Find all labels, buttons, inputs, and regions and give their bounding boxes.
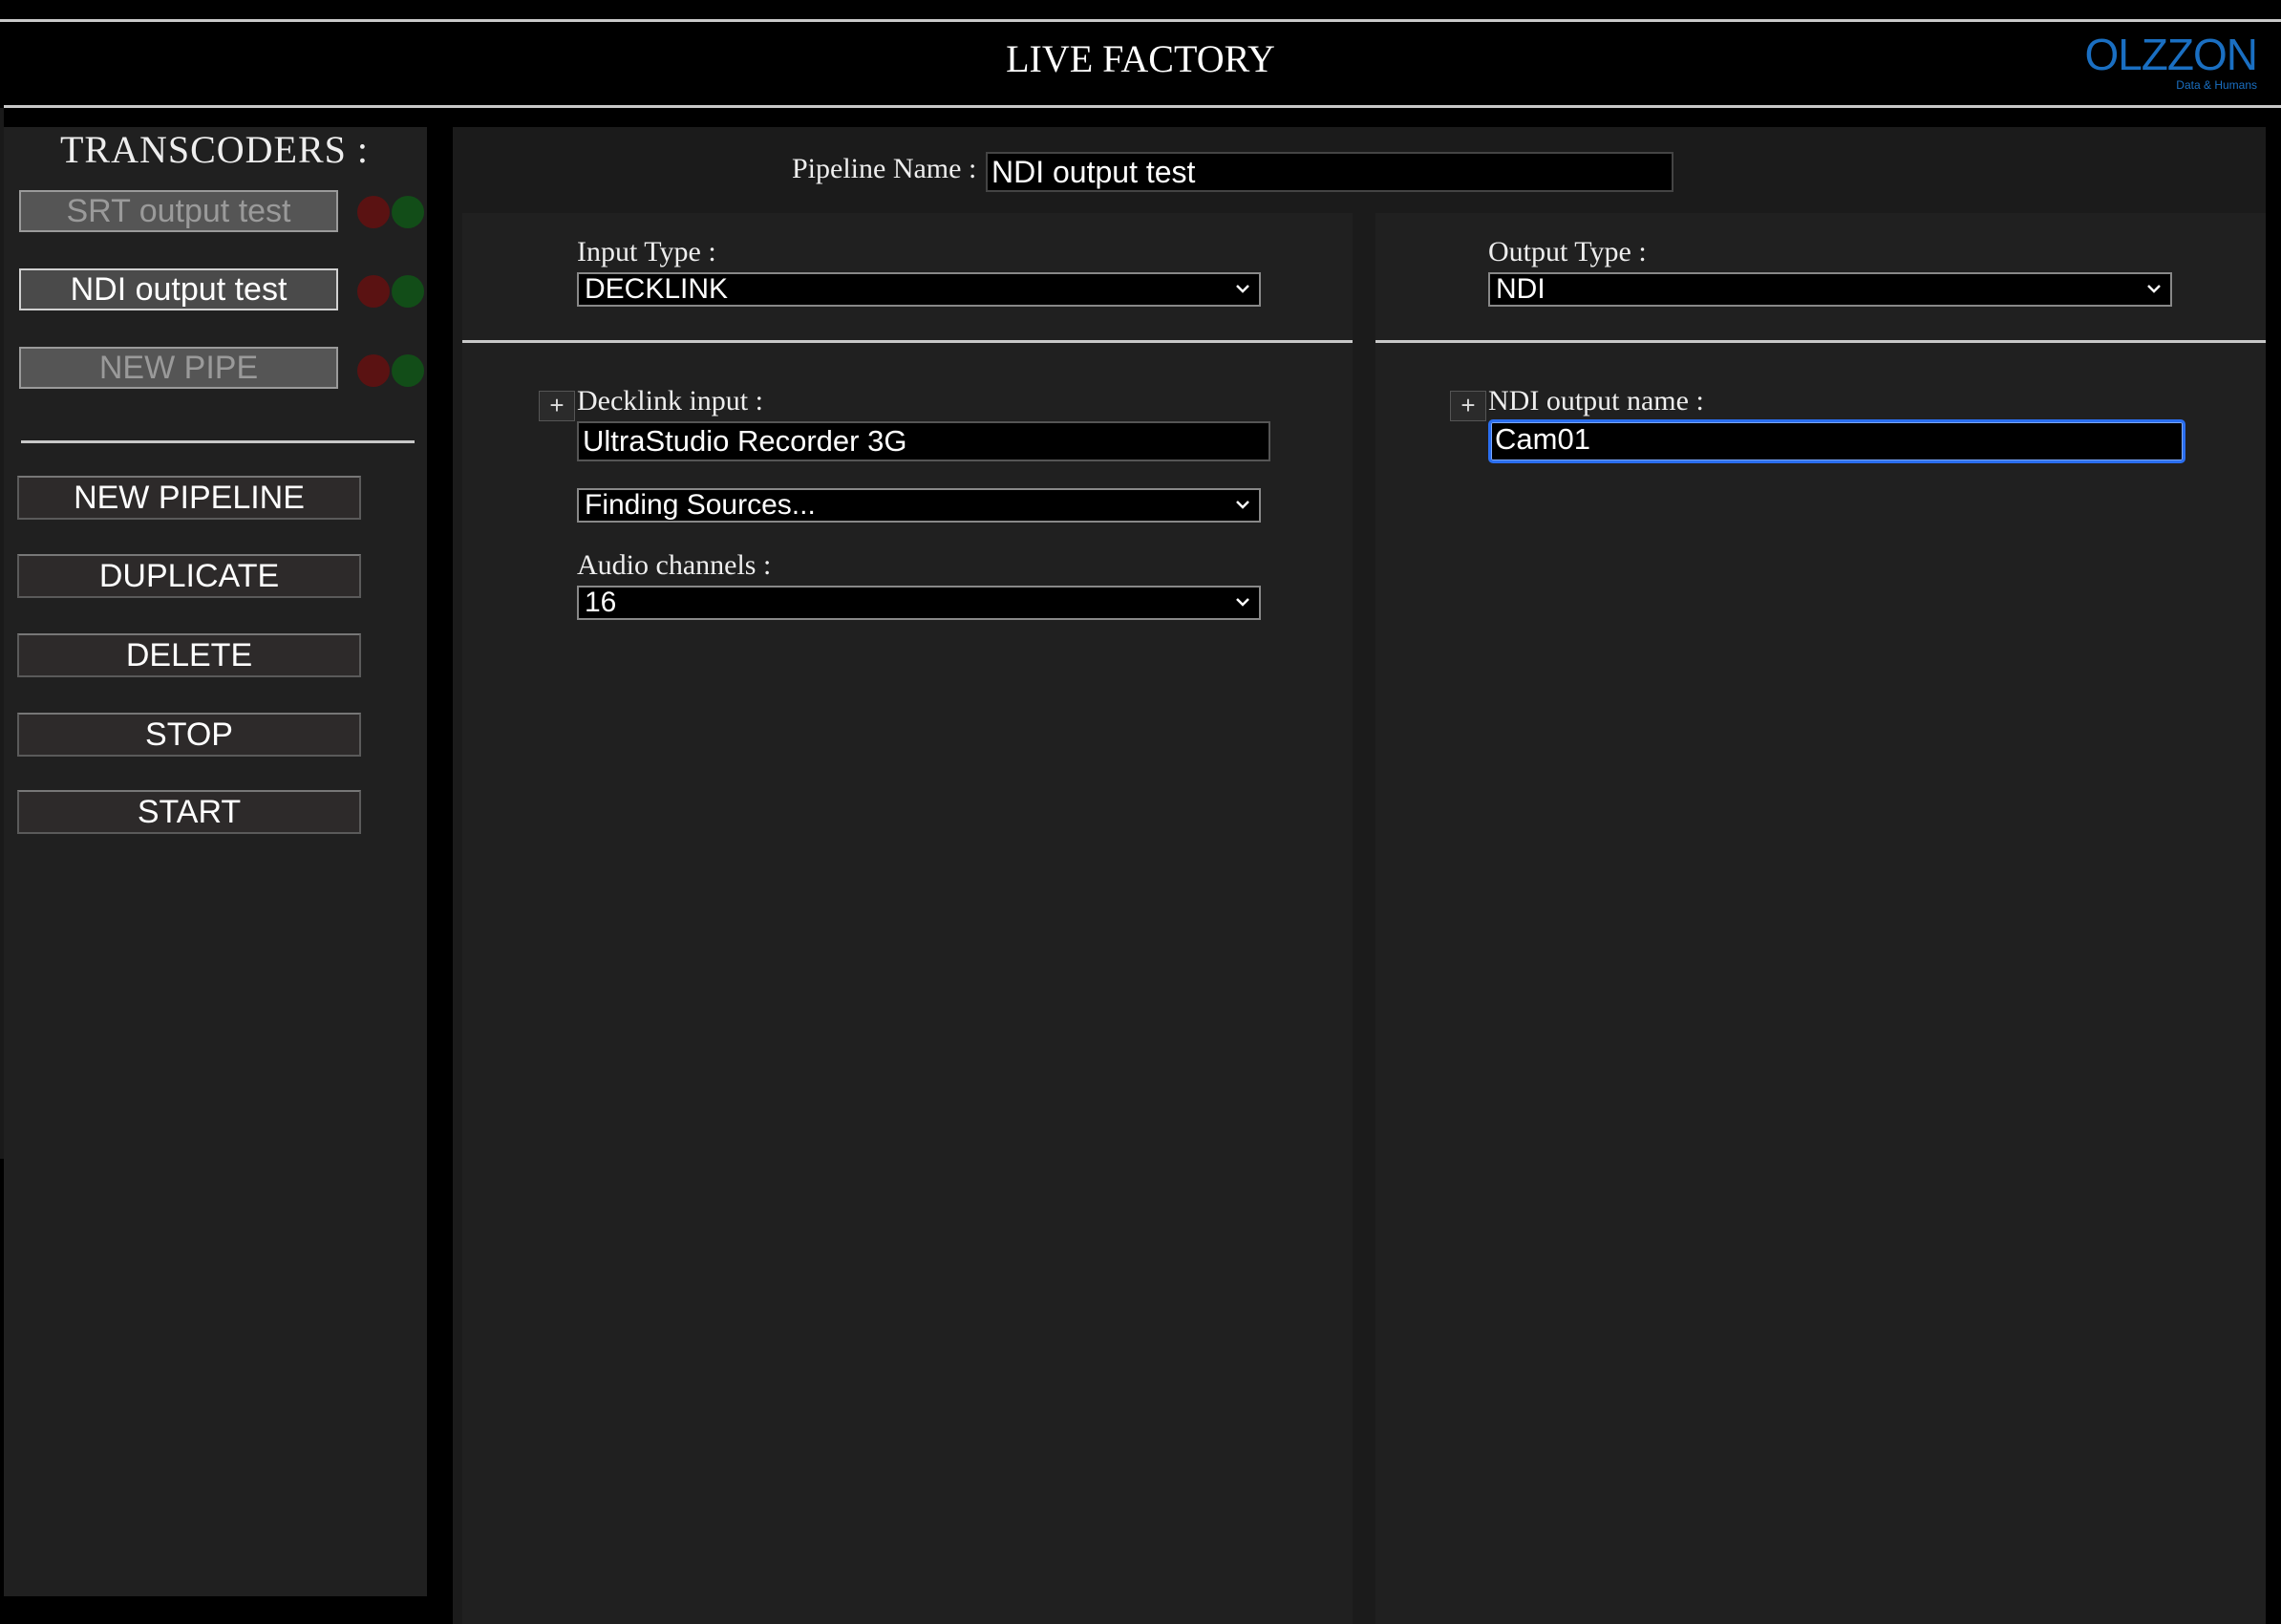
chevron-down-icon [2147, 285, 2161, 293]
ndi-output-name-input[interactable]: Cam01 [1488, 419, 2185, 463]
status-red-indicator [357, 196, 390, 228]
logo-tagline: Data & Humans [2176, 78, 2257, 92]
sidebar-divider [21, 440, 415, 443]
input-type-select[interactable]: DECKLINK [577, 272, 1261, 307]
audio-channels-label: Audio channels : [577, 549, 772, 581]
status-green-indicator [392, 275, 424, 308]
start-button[interactable]: START [17, 790, 361, 834]
decklink-input-label: Decklink input : [577, 385, 763, 417]
decklink-input-field[interactable]: UltraStudio Recorder 3G [577, 421, 1270, 461]
pipeline-item-srt-output-test[interactable]: SRT output test [19, 190, 338, 232]
sources-value: Finding Sources... [585, 489, 816, 521]
input-panel-divider [462, 340, 1353, 343]
status-green-indicator [392, 354, 424, 387]
status-red-indicator [357, 354, 390, 387]
new-pipeline-button[interactable]: NEW PIPELINE [17, 476, 361, 520]
expand-plus-icon[interactable]: + [539, 391, 575, 421]
duplicate-button[interactable]: DUPLICATE [17, 554, 361, 598]
input-type-value: DECKLINK [585, 273, 729, 305]
output-type-value: NDI [1496, 273, 1546, 305]
status-green-indicator [392, 196, 424, 228]
stop-button[interactable]: STOP [17, 713, 361, 757]
output-panel-divider [1375, 340, 2266, 343]
ndi-output-name-label: NDI output name : [1488, 385, 1704, 417]
input-panel: Input Type : DECKLINK + Decklink input :… [462, 213, 1353, 1624]
chevron-down-icon [1236, 285, 1249, 293]
pipeline-item-ndi-output-test[interactable]: NDI output test [19, 268, 338, 310]
pipeline-item-new-pipe[interactable]: NEW PIPE [19, 347, 338, 389]
expand-plus-icon[interactable]: + [1450, 391, 1486, 421]
status-red-indicator [357, 275, 390, 308]
olzzon-logo: OLZZON Data & Humans [2084, 30, 2258, 92]
output-type-label: Output Type : [1488, 236, 1647, 267]
output-panel: Output Type : NDI + NDI output name : Ca… [1375, 213, 2266, 1624]
delete-button[interactable]: DELETE [17, 633, 361, 677]
chevron-down-icon [1236, 598, 1249, 607]
main-panel: Pipeline Name : NDI output test Input Ty… [453, 127, 2266, 1624]
pipeline-name-label: Pipeline Name : [792, 153, 977, 184]
logo-text: OLZZON [2084, 30, 2258, 79]
output-type-select[interactable]: NDI [1488, 272, 2172, 307]
transcoders-title: TRANSCODERS : [59, 128, 370, 171]
chevron-down-icon [1236, 501, 1249, 509]
header-divider [4, 105, 2281, 108]
input-type-label: Input Type : [577, 236, 716, 267]
sidebar: TRANSCODERS : SRT output test NDI output… [4, 127, 427, 1596]
audio-channels-select[interactable]: 16 [577, 586, 1261, 620]
audio-channels-value: 16 [585, 587, 617, 618]
pipeline-name-input[interactable]: NDI output test [986, 152, 1673, 192]
sources-select[interactable]: Finding Sources... [577, 488, 1261, 523]
app-title: LIVE FACTORY [1006, 37, 1275, 80]
